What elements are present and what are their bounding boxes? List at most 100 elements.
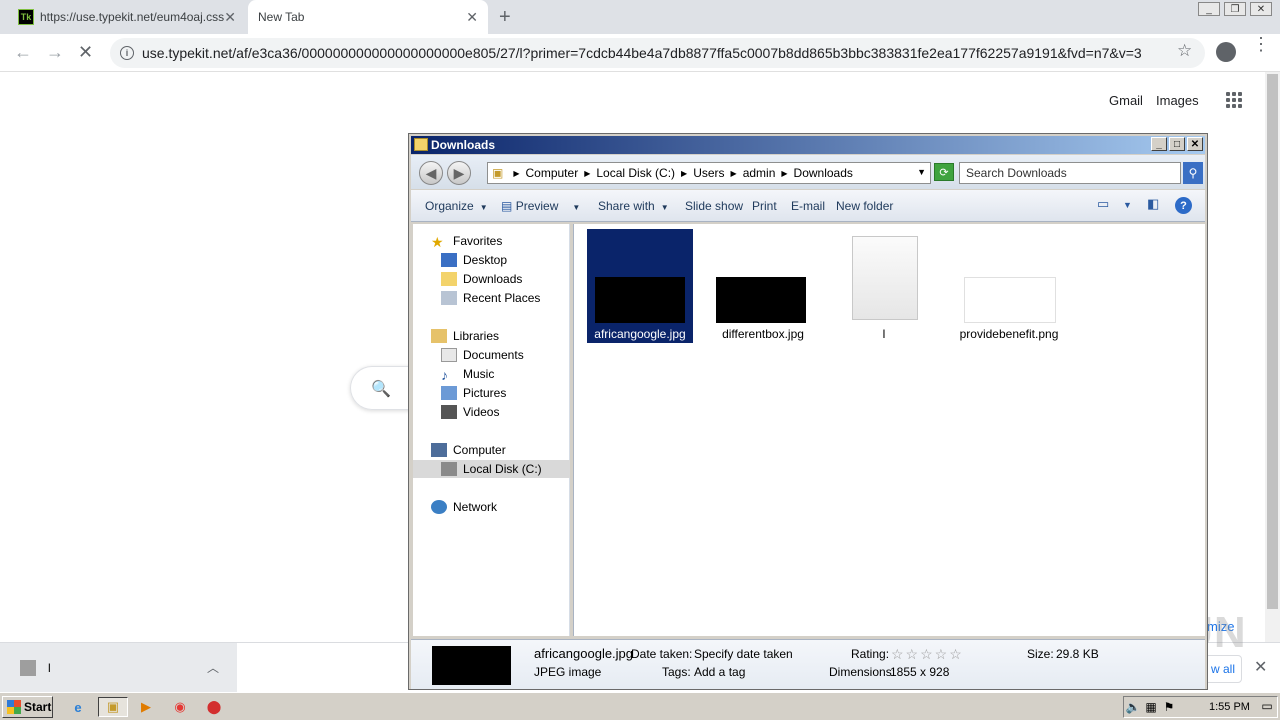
tab-title: New Tab xyxy=(258,10,305,24)
file-item[interactable]: l xyxy=(831,229,937,343)
file-item[interactable]: differentbox.jpg xyxy=(710,229,816,343)
chevron-up-icon[interactable]: ︿ xyxy=(207,659,219,676)
file-name: africangoogle.jpg xyxy=(594,327,686,341)
change-view-icon[interactable]: ▭ xyxy=(1097,196,1109,212)
new-folder-button[interactable]: New folder xyxy=(836,199,893,213)
forward-arrow-icon[interactable]: → xyxy=(46,42,64,63)
opera-icon[interactable]: ⬤ xyxy=(204,697,224,717)
date-taken-label: Date taken: xyxy=(631,647,693,661)
downloads-folder-icon xyxy=(441,272,457,286)
forward-arrow-icon[interactable]: ▶ xyxy=(447,161,471,185)
email-button[interactable]: E-mail xyxy=(791,199,825,213)
preview-pane-icon[interactable]: ◧ xyxy=(1147,196,1159,212)
videos-icon xyxy=(441,405,457,419)
page-scrollbar[interactable] xyxy=(1265,72,1280,642)
file-item[interactable]: africangoogle.jpg xyxy=(587,229,693,343)
close-tab-icon[interactable]: ✕ xyxy=(224,9,236,26)
nav-libraries[interactable]: Libraries xyxy=(413,327,570,345)
breadcrumb-downloads[interactable]: Downloads xyxy=(794,166,853,180)
close-shelf-icon[interactable]: ✕ xyxy=(1254,657,1267,677)
download-item[interactable]: l ︿ xyxy=(0,643,237,693)
breadcrumb-local-disk[interactable]: Local Disk (C:) xyxy=(596,166,675,180)
internet-explorer-icon[interactable]: e xyxy=(68,697,88,717)
dimensions-value: 1855 x 928 xyxy=(890,665,950,679)
chevron-down-icon[interactable]: ▼ xyxy=(1123,200,1132,210)
date-taken-value[interactable]: Specify date taken xyxy=(694,647,793,661)
site-info-icon[interactable]: i xyxy=(120,46,134,60)
details-file-type: JPEG image xyxy=(534,665,602,679)
search-icon[interactable]: ⚲ xyxy=(1183,162,1203,184)
gmail-link[interactable]: Gmail xyxy=(1109,93,1143,108)
address-bar[interactable]: i use.typekit.net/af/e3ca36/000000000000… xyxy=(110,38,1205,68)
chrome-icon[interactable]: ◉ xyxy=(170,697,190,717)
chevron-down-icon[interactable]: ▼ xyxy=(917,167,926,177)
restore-window-icon[interactable]: ❐ xyxy=(1224,2,1246,16)
tab-typekit[interactable]: Tk https://use.typekit.net/eum4oaj.css ✕ xyxy=(8,0,246,34)
address-url[interactable]: use.typekit.net/af/e3ca36/00000000000000… xyxy=(142,45,1162,61)
close-icon[interactable]: ✕ xyxy=(1187,137,1203,151)
close-window-icon[interactable]: ✕ xyxy=(1250,2,1272,16)
stop-loading-icon[interactable]: ✕ xyxy=(78,42,93,63)
breadcrumb-admin[interactable]: admin xyxy=(743,166,776,180)
organize-button[interactable]: Organize ▼ xyxy=(425,199,488,213)
taskbar: Start e ▣ ▶ ◉ ⬤ 🔈 ▦ ⚑ 1:55 PM ▭ xyxy=(0,692,1280,720)
images-link[interactable]: Images xyxy=(1156,93,1199,108)
back-arrow-icon[interactable]: ◀ xyxy=(419,161,443,185)
nav-favorites[interactable]: ★ Favorites xyxy=(413,232,570,250)
download-item-name: l xyxy=(48,661,51,675)
nav-network[interactable]: Network xyxy=(413,498,570,516)
pictures-icon xyxy=(441,386,457,400)
minimize-window-icon[interactable]: _ xyxy=(1198,2,1220,16)
close-tab-icon[interactable]: ✕ xyxy=(466,9,478,26)
share-with-button[interactable]: Share with ▼ xyxy=(598,199,669,213)
volume-icon[interactable]: 🔈 xyxy=(1124,700,1142,714)
search-input[interactable]: Search Downloads xyxy=(959,162,1181,184)
rating-stars[interactable]: ☆☆☆☆☆ xyxy=(891,646,964,663)
details-file-name: africangoogle.jpg xyxy=(534,646,634,661)
breadcrumb-computer[interactable]: Computer xyxy=(526,166,579,180)
nav-downloads[interactable]: Downloads xyxy=(413,270,570,288)
nav-local-disk[interactable]: Local Disk (C:) xyxy=(413,460,570,478)
minimize-icon[interactable]: _ xyxy=(1151,137,1167,151)
tags-value[interactable]: Add a tag xyxy=(694,665,745,679)
media-player-icon[interactable]: ▶ xyxy=(136,697,156,717)
windows-logo-icon xyxy=(7,700,21,714)
computer-icon xyxy=(431,443,447,457)
file-name: l xyxy=(882,327,886,341)
clock[interactable]: 1:55 PM xyxy=(1209,701,1250,713)
maximize-icon[interactable]: □ xyxy=(1169,137,1185,151)
tab-new-tab[interactable]: New Tab ✕ xyxy=(248,0,488,34)
network-tray-icon[interactable]: ▦ xyxy=(1142,700,1160,714)
breadcrumb-users[interactable]: Users xyxy=(693,166,724,180)
breadcrumb[interactable]: ▣ ▶ Computer ▶ Local Disk (C:) ▶ Users ▶… xyxy=(487,162,931,184)
print-button[interactable]: Print xyxy=(752,199,777,213)
refresh-icon[interactable]: ⟳ xyxy=(934,163,954,181)
file-item[interactable]: providebenefit.png xyxy=(956,229,1062,343)
explorer-taskbar-icon[interactable]: ▣ xyxy=(98,697,128,717)
nav-documents[interactable]: Documents xyxy=(413,346,570,364)
system-tray: 🔈 ▦ ⚑ 1:55 PM ▭ xyxy=(1123,696,1278,718)
window-title: Downloads xyxy=(431,138,496,152)
show-desktop-icon[interactable]: ▭ xyxy=(1258,699,1276,713)
size-label: Size: xyxy=(1027,647,1054,661)
nav-recent-places[interactable]: Recent Places xyxy=(413,289,570,307)
new-tab-button[interactable]: + xyxy=(499,6,511,29)
start-button[interactable]: Start xyxy=(2,696,53,718)
help-icon[interactable]: ? xyxy=(1175,197,1192,214)
folder-icon: ▣ xyxy=(492,166,504,180)
nav-computer[interactable]: Computer xyxy=(413,441,570,459)
explorer-titlebar[interactable]: Downloads _ □ ✕ xyxy=(411,136,1205,154)
google-apps-icon[interactable] xyxy=(1226,92,1242,108)
slide-show-button[interactable]: Slide show xyxy=(685,199,743,213)
nav-desktop[interactable]: Desktop xyxy=(413,251,570,269)
nav-music[interactable]: ♪ Music xyxy=(413,365,570,383)
back-arrow-icon[interactable]: ← xyxy=(14,42,32,63)
nav-videos[interactable]: Videos xyxy=(413,403,570,421)
browser-menu-icon[interactable]: ⋮ xyxy=(1252,35,1270,53)
nav-pictures[interactable]: Pictures xyxy=(413,384,570,402)
flag-icon[interactable]: ⚑ xyxy=(1160,700,1178,714)
profile-avatar-icon[interactable] xyxy=(1216,42,1236,62)
recent-places-icon xyxy=(441,291,457,305)
preview-button[interactable]: ▤ Preview ▼ xyxy=(501,199,580,213)
bookmark-star-icon[interactable]: ☆ xyxy=(1177,41,1192,61)
